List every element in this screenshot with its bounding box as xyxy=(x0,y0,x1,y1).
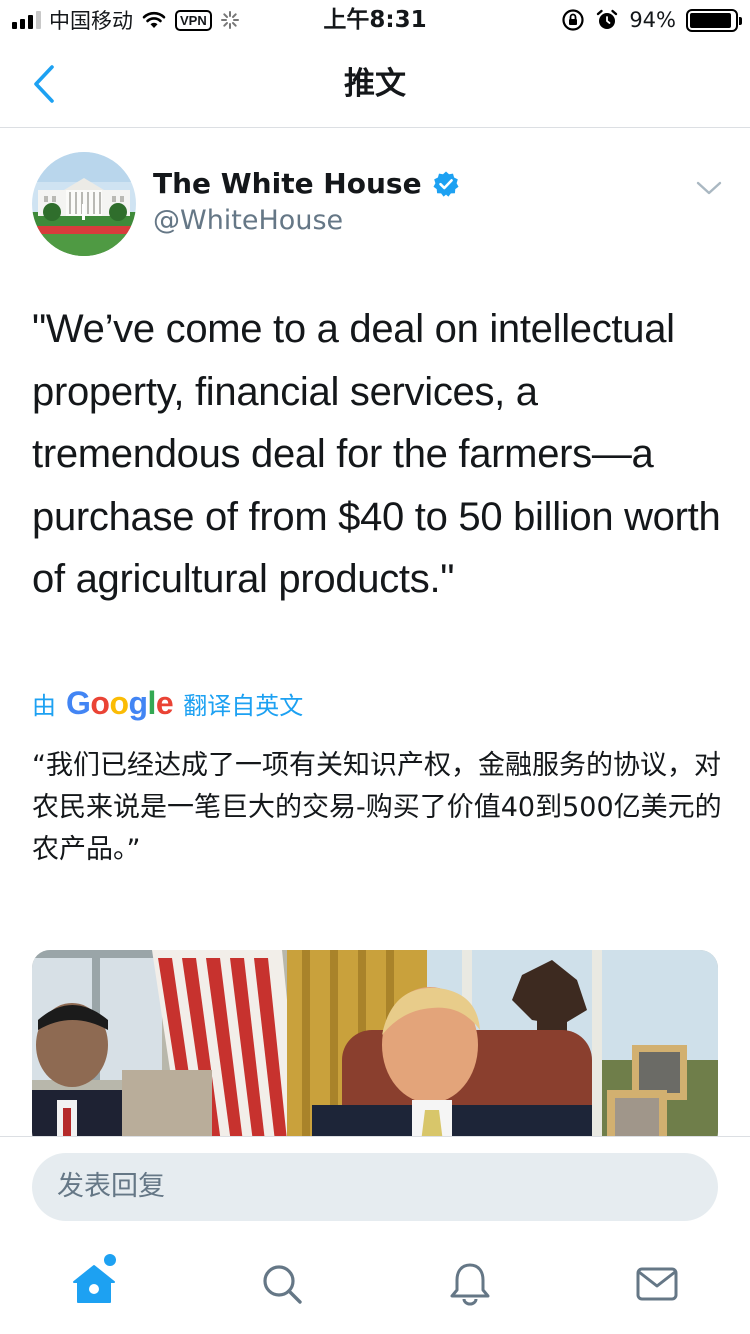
mail-icon xyxy=(636,1267,678,1301)
avatar[interactable] xyxy=(32,152,136,256)
google-logo-letter: g xyxy=(128,685,148,721)
battery-fill xyxy=(690,12,732,28)
google-logo-letter: l xyxy=(147,685,157,721)
translated-text: “我们已经达成了一项有关知识产权，金融服务的协议，对农民来说是一笔巨大的交易-购… xyxy=(32,750,722,865)
chevron-down-icon xyxy=(696,181,722,195)
home-unread-dot xyxy=(104,1254,116,1266)
carrier-label: 中国移动 xyxy=(49,9,133,33)
white-house-avatar-image xyxy=(32,152,136,256)
home-icon xyxy=(73,1265,115,1303)
page-title: 推文 xyxy=(344,66,406,102)
status-bar: 中国移动 VPN 上午8:31 94% xyxy=(0,0,750,40)
tab-search[interactable] xyxy=(257,1259,307,1309)
google-logo-letter: G xyxy=(66,685,91,721)
vpn-badge: VPN xyxy=(175,9,212,31)
google-logo: Google xyxy=(66,685,174,721)
bell-icon xyxy=(450,1263,490,1306)
translation-attribution[interactable]: 由 Google 翻译自英文 xyxy=(32,683,303,723)
battery-icon xyxy=(686,8,742,32)
signal-icon xyxy=(12,11,41,29)
google-logo-letter: e xyxy=(155,685,174,721)
chevron-left-icon xyxy=(34,65,54,103)
author-handle[interactable]: @WhiteHouse xyxy=(153,203,343,239)
rotation-lock-icon xyxy=(562,9,584,31)
tweet-text: "We’ve come to a deal on intellectual pr… xyxy=(32,307,721,601)
google-logo-letter: o xyxy=(90,685,110,721)
wifi-icon xyxy=(142,11,166,28)
status-right: 94% xyxy=(561,6,742,34)
translate-suffix: 翻译自英文 xyxy=(183,691,304,720)
tab-home[interactable] xyxy=(69,1259,119,1309)
reply-placeholder: 发表回复 xyxy=(57,1171,165,1202)
tab-messages[interactable] xyxy=(632,1259,682,1309)
nav-bar: 推文 xyxy=(0,40,750,128)
verified-badge-icon xyxy=(433,171,459,197)
author-name[interactable]: The White House xyxy=(153,166,460,202)
tab-notifications[interactable] xyxy=(445,1259,495,1309)
tweet-media-image[interactable] xyxy=(32,950,718,1150)
oval-office-photo xyxy=(32,950,718,1150)
translate-prefix: 由 xyxy=(32,691,56,720)
back-button[interactable] xyxy=(22,62,66,106)
tweet-options-button[interactable] xyxy=(694,174,724,202)
author-name-text: The White House xyxy=(153,167,422,200)
battery-percent: 94% xyxy=(629,8,676,32)
search-icon xyxy=(263,1265,302,1304)
google-logo-letter: o xyxy=(109,685,129,721)
alarm-icon xyxy=(597,9,618,29)
loading-spinner-icon xyxy=(220,11,239,29)
reply-input[interactable]: 发表回复 xyxy=(32,1153,718,1221)
status-left: 中国移动 VPN xyxy=(12,6,240,34)
